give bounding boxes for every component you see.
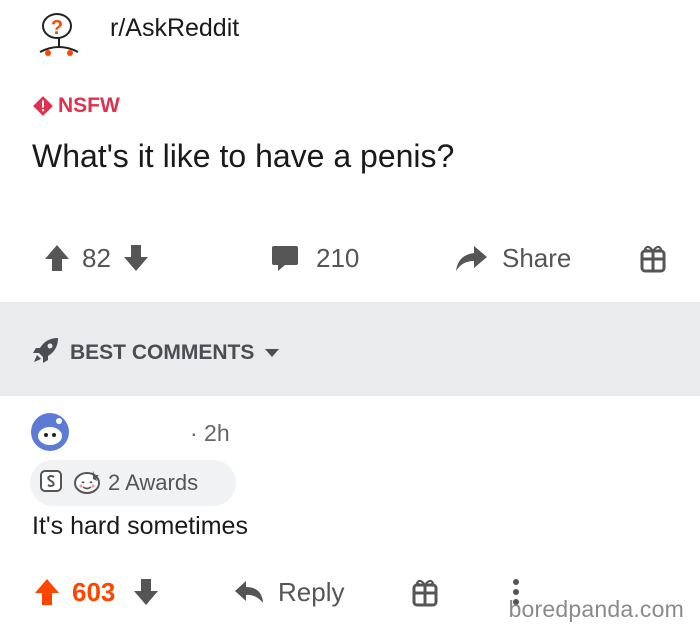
post-header: ? r/AskReddit — [30, 6, 670, 70]
comment-bubble-icon — [270, 243, 300, 273]
chevron-down-icon — [264, 341, 280, 365]
sort-label: BEST COMMENTS — [70, 341, 255, 364]
comment-sort-bar: BEST COMMENTS — [0, 302, 700, 396]
post-comment-count: 210 — [316, 242, 360, 273]
comments-button[interactable]: 210 — [270, 236, 359, 280]
comment-award-button[interactable] — [412, 570, 438, 614]
reply-button[interactable]: Reply — [234, 570, 344, 614]
reply-arrow-icon — [234, 579, 264, 605]
upvote-active-icon[interactable] — [34, 577, 60, 607]
downvote-icon[interactable] — [123, 243, 149, 273]
wholesome-award-icon — [72, 467, 102, 500]
user-avatar-icon[interactable] — [30, 412, 70, 452]
reply-label: Reply — [278, 576, 345, 607]
nsfw-icon — [33, 96, 53, 116]
svg-text:?: ? — [51, 17, 63, 39]
downvote-icon[interactable] — [133, 577, 159, 607]
rocket-icon — [32, 336, 60, 370]
post-upvote-count: 82 — [82, 242, 111, 273]
comment-vote-group: 603 — [34, 570, 159, 614]
comment-upvote-count: 603 — [72, 576, 116, 607]
nsfw-badge: NSFW — [32, 94, 120, 118]
post-action-bar: 82 210 Share — [0, 236, 700, 280]
awards-count: 2 Awards — [108, 470, 199, 495]
share-label: Share — [502, 242, 572, 273]
nsfw-label: NSFW — [58, 94, 120, 117]
comment-age: · 2h — [190, 420, 230, 446]
gift-icon — [640, 243, 666, 273]
share-arrow-icon — [454, 243, 488, 273]
subreddit-avatar-icon[interactable]: ? — [30, 6, 88, 64]
sort-dropdown[interactable]: BEST COMMENTS — [32, 336, 280, 370]
comment-header: · 2h — [30, 408, 670, 456]
comment-text: It's hard sometimes — [32, 512, 248, 540]
silver-award-icon — [38, 468, 64, 499]
subreddit-name[interactable]: r/AskReddit — [110, 14, 239, 43]
awards-pill[interactable]: 2 Awards — [30, 460, 236, 506]
upvote-icon[interactable] — [44, 243, 70, 273]
gift-icon — [412, 577, 438, 607]
post-title[interactable]: What's it like to have a penis? — [32, 138, 454, 175]
post-meta-redacted — [110, 48, 290, 62]
award-gift-button[interactable] — [640, 236, 666, 280]
post-vote-group: 82 — [44, 236, 149, 280]
share-button[interactable]: Share — [454, 236, 571, 280]
watermark: boredpanda.com — [508, 596, 684, 622]
